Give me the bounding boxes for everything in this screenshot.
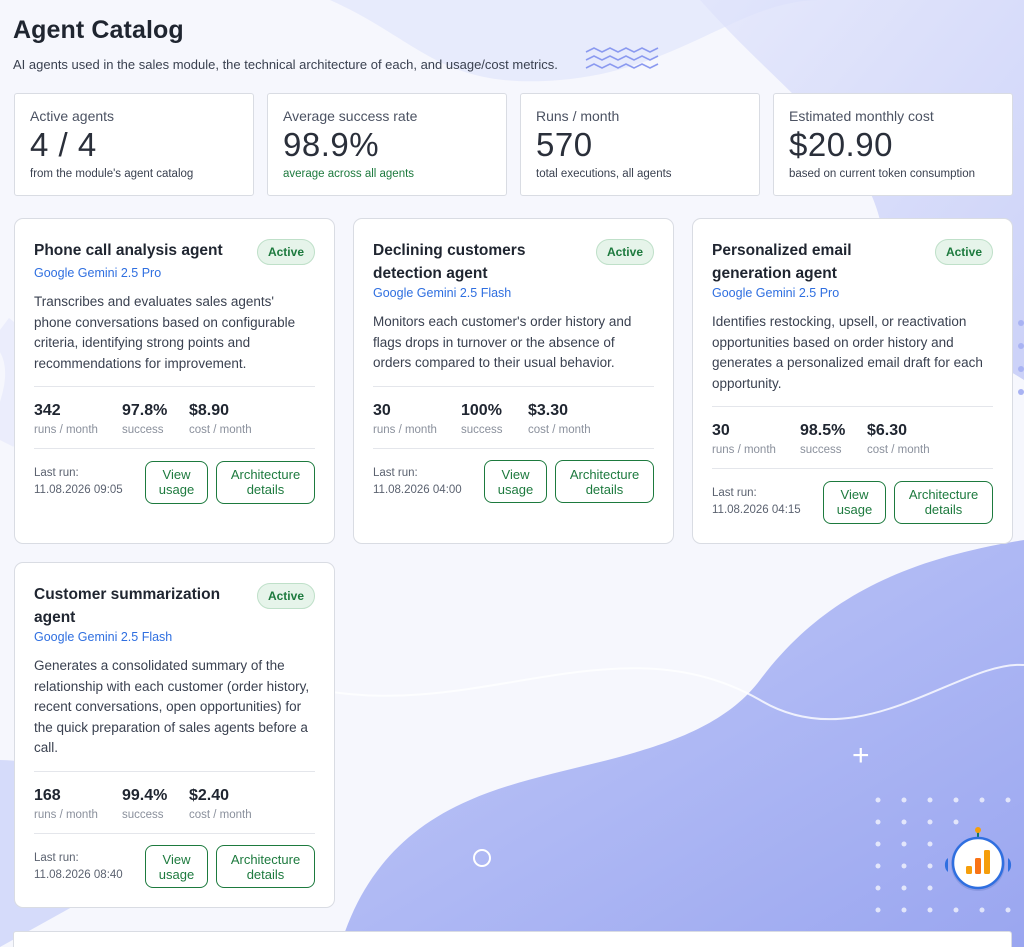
stat-label: Runs / month [536,108,620,124]
divider [34,770,315,772]
metric-cost-label: cost / month [528,423,591,436]
metric-cost-label: cost / month [189,808,252,821]
metric-cost: $8.90 [189,402,230,419]
metric-runs: 168 [34,786,61,804]
wave-lines-icon [585,47,659,69]
metric-runs-label: runs / month [34,808,98,821]
view-usage-button[interactable]: View usage [145,845,208,888]
metric-runs: 30 [373,401,391,419]
stat-label: Estimated monthly cost [789,108,934,124]
metric-cost: $2.40 [189,786,230,804]
agent-model: Google Gemini 2.5 Pro [34,266,162,280]
page-title: Agent Catalog [13,16,184,44]
architecture-details-button[interactable]: Architecture details [555,460,654,503]
architecture-details-button[interactable]: Architecture details [216,460,315,504]
stat-active-agents: Active agents 4 / 4 from the module's ag… [14,93,254,196]
agent-card-declining-customers: Declining customers detection agent Acti… [353,218,674,544]
architecture-details-button[interactable]: Architecture details [894,480,993,524]
agent-catalog-page: Agent Catalog AI agents used in the sale… [0,0,1024,947]
metric-success-label: success [800,444,842,456]
divider [712,406,993,407]
last-run-time: 11.08.2026 04:15 [712,504,801,516]
stat-value: 570 [536,126,593,163]
status-badge: Active [256,239,315,265]
divider [34,386,315,387]
metric-runs-label: runs / month [373,423,437,436]
last-run: Last run: 11.08.2026 08:40 [34,850,145,884]
stat-monthly-cost: Estimated monthly cost $20.90 based on c… [773,93,1013,196]
last-run-time: 11.08.2026 09:05 [34,484,123,496]
view-usage-button[interactable]: View usage [823,480,886,524]
status-badge: Active [934,239,993,265]
metric-runs: 342 [34,402,61,419]
stat-note: average across all agents [283,168,415,180]
divider [34,832,315,834]
last-run-label: Last run: [34,467,79,479]
last-run-label: Last run: [373,466,418,479]
agent-name: Personalized email generation agent [712,242,852,282]
last-run: Last run: 11.08.2026 04:15 [712,485,823,519]
status-badge: Active [595,239,654,265]
metric-cost: $3.30 [528,401,569,419]
agent-model: Google Gemini 2.5 Flash [373,286,512,300]
status-badge: Active [256,583,315,609]
agent-description: Generates a consolidated summary of the … [34,658,310,755]
stat-success-rate: Average success rate 98.9% average acros… [267,93,507,196]
divider [34,448,315,449]
divider [373,447,654,449]
stat-note: total executions, all agents [536,168,672,180]
metric-runs-label: runs / month [712,444,776,456]
metric-runs-label: runs / month [34,424,98,436]
architecture-details-button[interactable]: Architecture details [216,845,315,888]
metric-success: 99.4% [122,786,168,804]
divider [712,468,993,469]
view-usage-button[interactable]: View usage [145,460,208,504]
metric-success: 98.5% [800,422,846,439]
agent-card-phone-call: Phone call analysis agent Active Google … [14,218,335,544]
metric-success: 100% [461,401,502,419]
metric-success-label: success [122,424,164,436]
agent-description: Identifies restocking, upsell, or reacti… [712,314,983,391]
agent-name: Phone call analysis agent [34,242,223,259]
last-run-label: Last run: [34,851,79,864]
analytics-mascot-icon[interactable] [940,826,1016,892]
metric-runs: 30 [712,422,730,439]
stat-label: Active agents [30,108,115,124]
page-subtitle: AI agents used in the sales module, the … [13,57,558,72]
stat-note: based on current token consumption [789,168,976,180]
stat-note: from the module's agent catalog [30,168,194,180]
last-run-label: Last run: [712,487,757,499]
last-run-time: 11.08.2026 04:00 [373,483,462,496]
stat-value: 98.9% [283,126,380,163]
metric-cost: $6.30 [867,422,908,439]
stat-value: $20.90 [789,126,893,163]
agent-card-personalized-email: Personalized email generation agent Acti… [692,218,1013,544]
last-run: Last run: 11.08.2026 09:05 [34,465,145,499]
metric-success-label: success [122,808,164,821]
stat-label: Average success rate [283,108,418,124]
stat-runs-month: Runs / month 570 total executions, all a… [520,93,760,196]
divider [373,385,654,387]
agent-description: Monitors each customer's order history a… [373,314,632,370]
bottom-panel [13,931,1012,947]
last-run: Last run: 11.08.2026 04:00 [373,465,484,499]
agent-model: Google Gemini 2.5 Pro [712,286,840,300]
agent-name: Declining customers detection agent [373,242,526,282]
view-usage-button[interactable]: View usage [484,460,547,503]
agent-card-customer-summarization: Customer summarization agent Active Goog… [14,562,335,908]
metric-cost-label: cost / month [867,444,930,456]
plus-sparkle-icon: + [852,739,870,772]
metric-success: 97.8% [122,402,168,419]
stat-value: 4 / 4 [30,126,97,163]
agent-description: Transcribes and evaluates sales agents' … [34,294,296,371]
metric-cost-label: cost / month [189,424,252,436]
agent-name: Customer summarization agent [34,586,221,626]
last-run-time: 11.08.2026 08:40 [34,868,123,881]
agent-model: Google Gemini 2.5 Flash [34,630,173,644]
metric-success-label: success [461,423,503,436]
